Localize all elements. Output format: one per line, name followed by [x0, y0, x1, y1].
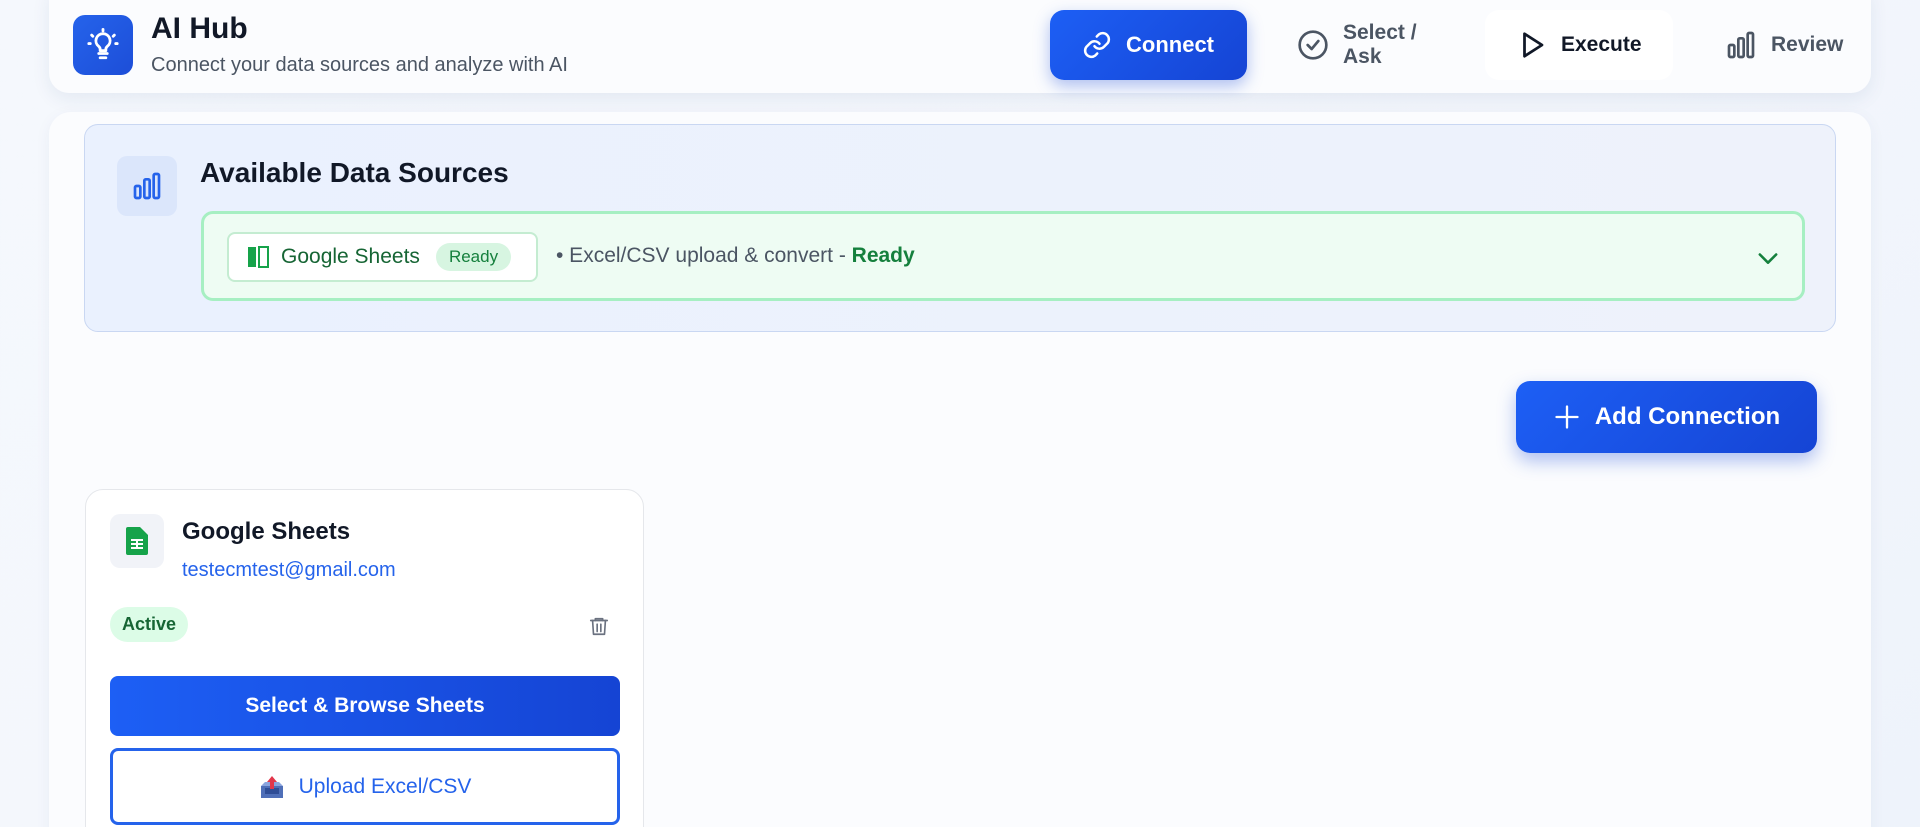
upload-inbox-icon	[260, 775, 283, 798]
sources-title: Available Data Sources	[200, 157, 509, 188]
source-name: Google Sheets	[281, 245, 420, 268]
app-logo	[73, 15, 133, 75]
available-sources-panel: Available Data Sources Google Sheets Rea…	[84, 124, 1836, 332]
bar-chart-icon	[1727, 31, 1755, 59]
source-description-text: • Excel/CSV upload & convert -	[556, 244, 852, 267]
link-icon	[1083, 31, 1111, 59]
app-title: AI Hub	[151, 12, 248, 45]
sources-icon-box	[117, 156, 177, 216]
step-execute-label: Execute	[1561, 33, 1642, 56]
plus-icon	[1555, 405, 1579, 429]
bar-chart-icon	[133, 172, 161, 200]
step-connect-label: Connect	[1126, 32, 1214, 57]
status-badge: Active	[110, 607, 189, 642]
connection-name: Google Sheets	[182, 518, 351, 545]
connection-card: Google Sheets testecmtest@gmail.com Acti…	[85, 489, 644, 827]
upload-excel-csv-button[interactable]: Upload Excel/CSV	[110, 748, 620, 825]
check-circle-icon	[1298, 30, 1328, 60]
app-subtitle: Connect your data sources and analyze wi…	[151, 54, 568, 76]
chevron-down-icon[interactable]	[1754, 244, 1782, 272]
add-connection-label: Add Connection	[1594, 403, 1781, 430]
connection-icon-box	[110, 514, 164, 568]
connection-email: testecmtest@gmail.com	[182, 559, 396, 581]
step-execute-button[interactable]: Execute	[1485, 10, 1673, 80]
trash-icon[interactable]	[588, 614, 610, 638]
google-sheets-icon	[126, 527, 148, 555]
play-icon	[1523, 32, 1544, 58]
step-review-button[interactable]: Review	[1693, 10, 1863, 80]
upload-label: Upload Excel/CSV	[298, 774, 472, 798]
step-review-label: Review	[1771, 33, 1844, 56]
source-chip: Google Sheets Ready	[227, 232, 538, 282]
step-select-ask-label: Select / Ask	[1343, 21, 1417, 68]
step-connect-button[interactable]: Connect	[1050, 10, 1247, 80]
lightbulb-icon	[87, 28, 119, 60]
step-select-ask-button[interactable]: Select / Ask	[1265, 10, 1465, 80]
sheets-columns-icon	[248, 246, 269, 268]
ready-badge: Ready	[435, 243, 512, 271]
source-row-google-sheets[interactable]: Google Sheets Ready • Excel/CSV upload &…	[201, 211, 1805, 301]
source-description: • Excel/CSV upload & convert - Ready	[556, 244, 915, 268]
select-browse-sheets-button[interactable]: Select & Browse Sheets	[110, 676, 620, 736]
source-description-status: Ready	[851, 244, 915, 267]
add-connection-button[interactable]: Add Connection	[1516, 381, 1817, 453]
